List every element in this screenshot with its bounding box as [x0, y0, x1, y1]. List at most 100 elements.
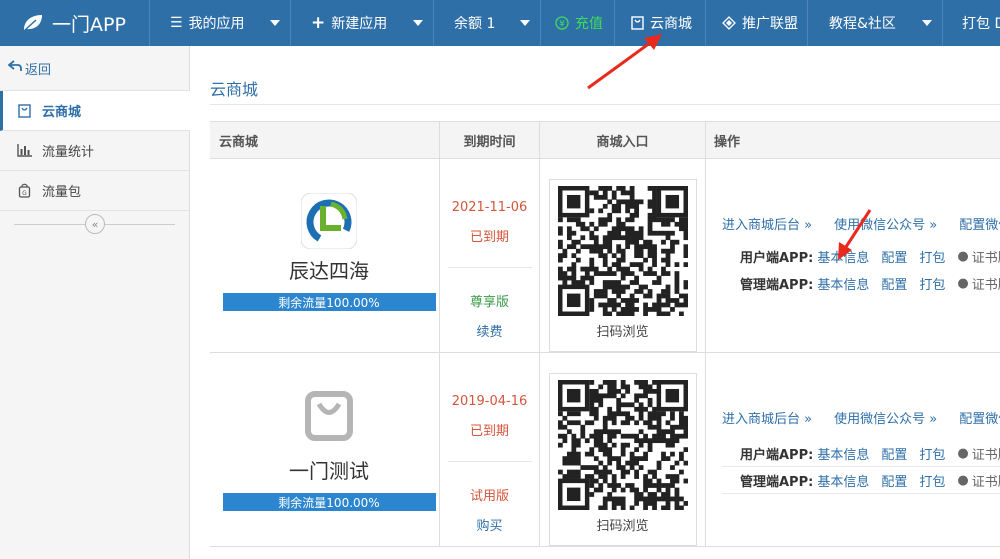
pack-link[interactable]: 打包 — [919, 471, 945, 490]
basic-info-link[interactable]: 基本信息 — [817, 274, 869, 293]
qr-cell: 扫码浏览 — [540, 159, 706, 352]
nav-pack[interactable]: 打包 D — [943, 0, 1000, 46]
wechat-account-link[interactable]: 使用微信公众号 » — [834, 214, 937, 233]
pack-link[interactable]: 打包 — [919, 444, 945, 463]
config-link[interactable]: 配置 — [881, 471, 907, 490]
nav-tutorial-label: 教程&社区 — [829, 16, 896, 32]
main-content: 云商城 云商城 到期时间 商城入口 操作 辰达四海 剩余流量100.00% 20… — [190, 46, 1000, 559]
traffic-progress-bar: 剩余流量100.00% — [222, 493, 436, 511]
back-link[interactable]: 返回 — [0, 46, 189, 91]
pack-link[interactable]: 打包 — [919, 274, 945, 293]
sidebar: 返回 云商城 流量统计 G 流量包 « — [0, 46, 200, 559]
basic-info-link[interactable]: 基本信息 — [817, 247, 869, 266]
table-row: 辰达四海 剩余流量100.00% 2021-11-06 已到期 尊享版 续费 扫… — [210, 159, 1000, 353]
apple-icon: ● — [957, 472, 969, 488]
config-link[interactable]: 配置 — [881, 247, 907, 266]
qr-caption: 扫码浏览 — [596, 519, 649, 534]
back-label: 返回 — [25, 62, 52, 78]
back-arrow-icon — [7, 60, 22, 76]
renew-link[interactable]: 续费 — [476, 321, 502, 340]
apple-icon: ● — [957, 445, 969, 461]
cert-link[interactable]: ●证书版 — [957, 274, 1000, 293]
nav-pack-label: 打包 D — [962, 16, 1000, 32]
sidebar-item-traffic-stats[interactable]: 流量统计 — [0, 131, 189, 171]
basic-info-link[interactable]: 基本信息 — [817, 444, 869, 463]
table-header: 云商城 到期时间 商城入口 操作 — [210, 122, 1000, 159]
user-app-label: 用户端APP: — [740, 447, 814, 463]
store-cell: 辰达四海 剩余流量100.00% — [210, 159, 440, 352]
divider — [447, 461, 532, 462]
collapse-sidebar-icon[interactable]: « — [85, 214, 105, 234]
operations-cell: 进入商城后台 » 使用微信公众号 » 配置微信 用户端APP: 基本信息 配置 … — [706, 353, 1000, 546]
edition-label: 试用版 — [469, 489, 509, 504]
nav-tutorial[interactable]: 教程&社区 — [808, 0, 943, 46]
nav-cloud-mall[interactable]: 云商城 — [615, 0, 706, 46]
expiry-cell: 2019-04-16 已到期 试用版 购买 — [440, 353, 540, 546]
admin-app-row: 管理端APP: 基本信息 配置 打包 ●证书版 — [714, 467, 1000, 493]
buy-link[interactable]: 购买 — [476, 515, 502, 534]
chevron-down-icon — [413, 20, 423, 26]
bar-chart-icon — [14, 144, 34, 157]
cert-label: 证书版 — [971, 250, 1000, 266]
wechat-account-link[interactable]: 使用微信公众号 » — [834, 408, 937, 427]
enter-backend-link[interactable]: 进入商城后台 » — [722, 408, 812, 427]
sidebar-item-label: 流量包 — [42, 185, 82, 200]
qr-code-box[interactable]: 扫码浏览 — [548, 179, 697, 352]
collapse-row: « — [0, 211, 189, 237]
qr-cell: 扫码浏览 — [540, 353, 706, 546]
qr-code-box[interactable]: 扫码浏览 — [548, 373, 697, 546]
expired-status: 已到期 — [469, 230, 509, 245]
divider — [722, 493, 1000, 494]
top-navbar: 一门APP ☰ 我的应用 + 新建应用 余额 1 ¥ 充值 云商城 推广联盟 教… — [0, 0, 1000, 46]
expiry-date: 2021-11-06 — [451, 200, 528, 215]
nav-new-app[interactable]: + 新建应用 — [291, 0, 434, 46]
qr-code — [557, 380, 688, 510]
shopping-bag-icon — [14, 103, 34, 118]
shopping-bag-icon[interactable] — [305, 391, 353, 441]
pack-link[interactable]: 打包 — [919, 247, 945, 266]
config-link[interactable]: 配置 — [881, 274, 907, 293]
config-wechat-link[interactable]: 配置微信 — [959, 408, 1000, 427]
cert-label: 证书版 — [971, 474, 1000, 490]
col-header-expiry: 到期时间 — [440, 122, 540, 158]
traffic-progress-bar: 剩余流量100.00% — [222, 293, 436, 311]
package-icon: G — [14, 183, 34, 198]
config-link[interactable]: 配置 — [881, 444, 907, 463]
apple-icon: ● — [957, 275, 969, 291]
cert-link[interactable]: ●证书版 — [957, 247, 1000, 266]
svg-text:¥: ¥ — [559, 20, 565, 30]
qr-caption: 扫码浏览 — [596, 325, 649, 340]
nav-balance[interactable]: 余额 1 — [434, 0, 541, 46]
config-wechat-link[interactable]: 配置微信 — [959, 214, 1000, 233]
plus-icon: + — [311, 13, 326, 33]
user-app-row: 用户端APP: 基本信息 配置 打包 ●证书版 — [714, 243, 1000, 269]
chevron-down-icon — [520, 20, 530, 26]
chevron-down-icon — [922, 20, 932, 26]
leaf-icon — [24, 15, 42, 31]
page-title: 云商城 — [210, 80, 259, 99]
cert-link[interactable]: ●证书版 — [957, 444, 1000, 463]
basic-info-link[interactable]: 基本信息 — [817, 471, 869, 490]
table-row: 一门测试 剩余流量100.00% 2019-04-16 已到期 试用版 购买 扫… — [210, 353, 1000, 547]
sidebar-item-label: 流量统计 — [42, 145, 95, 160]
expired-status: 已到期 — [469, 424, 509, 439]
cert-label: 证书版 — [971, 447, 1000, 463]
nav-recharge[interactable]: ¥ 充值 — [541, 0, 615, 46]
expiry-cell: 2021-11-06 已到期 尊享版 续费 — [440, 159, 540, 352]
operations-cell: 进入商城后台 » 使用微信公众号 » 配置微信 用户端APP: 基本信息 配置 … — [706, 159, 1000, 352]
qr-code — [557, 186, 688, 316]
sidebar-item-traffic-pack[interactable]: G 流量包 — [0, 171, 189, 211]
nav-affiliate-label: 推广联盟 — [742, 16, 798, 32]
nav-balance-label: 余额 1 — [454, 16, 496, 32]
sidebar-item-cloud-mall[interactable]: 云商城 — [0, 90, 200, 131]
divider — [210, 104, 1000, 105]
enter-backend-link[interactable]: 进入商城后台 » — [722, 214, 812, 233]
store-cell: 一门测试 剩余流量100.00% — [210, 353, 440, 546]
cert-link[interactable]: ●证书版 — [957, 471, 1000, 490]
nav-my-apps[interactable]: ☰ 我的应用 — [150, 0, 291, 46]
nav-recharge-label: 充值 — [575, 16, 603, 32]
store-logo[interactable] — [301, 193, 357, 249]
brand-logo[interactable]: 一门APP — [0, 0, 150, 46]
nav-affiliate[interactable]: 推广联盟 — [706, 0, 808, 46]
col-header-mall: 云商城 — [210, 122, 440, 158]
